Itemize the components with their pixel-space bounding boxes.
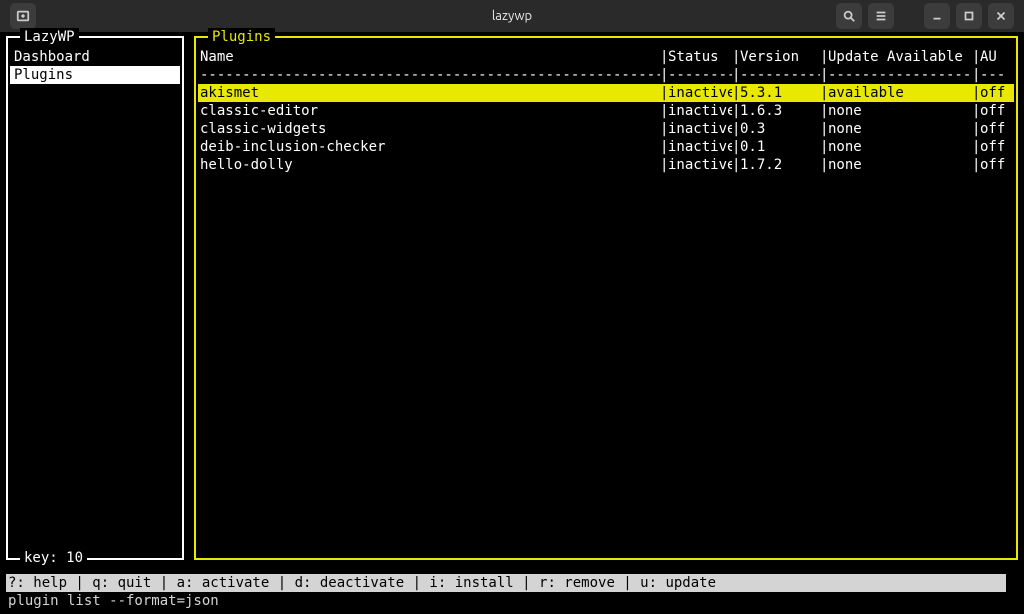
plugin-status: inactive: [668, 84, 732, 102]
menu-icon[interactable]: [868, 3, 894, 29]
sidebar-footer: key: 10: [20, 549, 87, 567]
plugin-au: off: [980, 102, 1006, 120]
search-icon[interactable]: [836, 3, 862, 29]
table-header: Name|Status|Version|Update Available|AU: [198, 48, 1014, 66]
plugin-name: classic-widgets: [198, 120, 660, 138]
plugins-title: Plugins: [208, 28, 275, 46]
plugin-update: none: [828, 102, 972, 120]
sidebar-item-dashboard[interactable]: Dashboard: [10, 48, 180, 66]
plugin-name: akismet: [198, 84, 660, 102]
table-separator: ----------------------------------------…: [198, 66, 1014, 84]
plugin-version: 1.7.2: [740, 156, 820, 174]
col-version: Version: [740, 48, 820, 66]
plugin-version: 0.3: [740, 120, 820, 138]
help-bar: ?: help | q: quit | a: activate | d: dea…: [6, 574, 1006, 592]
plugin-update: none: [828, 138, 972, 156]
plugin-status: inactive: [668, 138, 732, 156]
maximize-icon[interactable]: [956, 3, 982, 29]
table-row[interactable]: deib-inclusion-checker|inactive|0.1|none…: [198, 138, 1014, 156]
sidebar-item-plugins[interactable]: Plugins: [10, 66, 180, 84]
minimize-icon[interactable]: [924, 3, 950, 29]
plugin-update: none: [828, 156, 972, 174]
sidebar-title: LazyWP: [20, 28, 79, 46]
col-name: Name: [198, 48, 660, 66]
plugin-version: 0.1: [740, 138, 820, 156]
sidebar-panel: LazyWP Dashboard Plugins key: 10: [6, 36, 184, 560]
plugin-update: none: [828, 120, 972, 138]
plugin-au: off: [980, 156, 1006, 174]
col-status: Status: [668, 48, 732, 66]
col-au: AU: [980, 48, 1006, 66]
plugin-name: classic-editor: [198, 102, 660, 120]
plugin-status: inactive: [668, 156, 732, 174]
close-icon[interactable]: [988, 3, 1014, 29]
plugin-au: off: [980, 84, 1006, 102]
plugin-version: 1.6.3: [740, 102, 820, 120]
plugin-version: 5.3.1: [740, 84, 820, 102]
plugin-status: inactive: [668, 102, 732, 120]
command-line: plugin list --format=json: [6, 592, 1018, 610]
terminal-area: LazyWP Dashboard Plugins key: 10 Plugins…: [0, 32, 1024, 614]
plugin-status: inactive: [668, 120, 732, 138]
plugin-update: available: [828, 84, 972, 102]
col-update: Update Available: [828, 48, 972, 66]
plugins-panel: Plugins Name|Status|Version|Update Avail…: [194, 36, 1018, 560]
window-titlebar: lazywp: [0, 0, 1024, 32]
table-row[interactable]: akismet|inactive|5.3.1|available|off: [198, 84, 1014, 102]
table-row[interactable]: hello-dolly|inactive|1.7.2|none|off: [198, 156, 1014, 174]
plugin-au: off: [980, 138, 1006, 156]
table-row[interactable]: classic-editor|inactive|1.6.3|none|off: [198, 102, 1014, 120]
plugin-name: hello-dolly: [198, 156, 660, 174]
plugin-au: off: [980, 120, 1006, 138]
new-tab-icon[interactable]: [10, 3, 36, 29]
window-title: lazywp: [492, 9, 532, 23]
plugin-name: deib-inclusion-checker: [198, 138, 660, 156]
table-row[interactable]: classic-widgets|inactive|0.3|none|off: [198, 120, 1014, 138]
